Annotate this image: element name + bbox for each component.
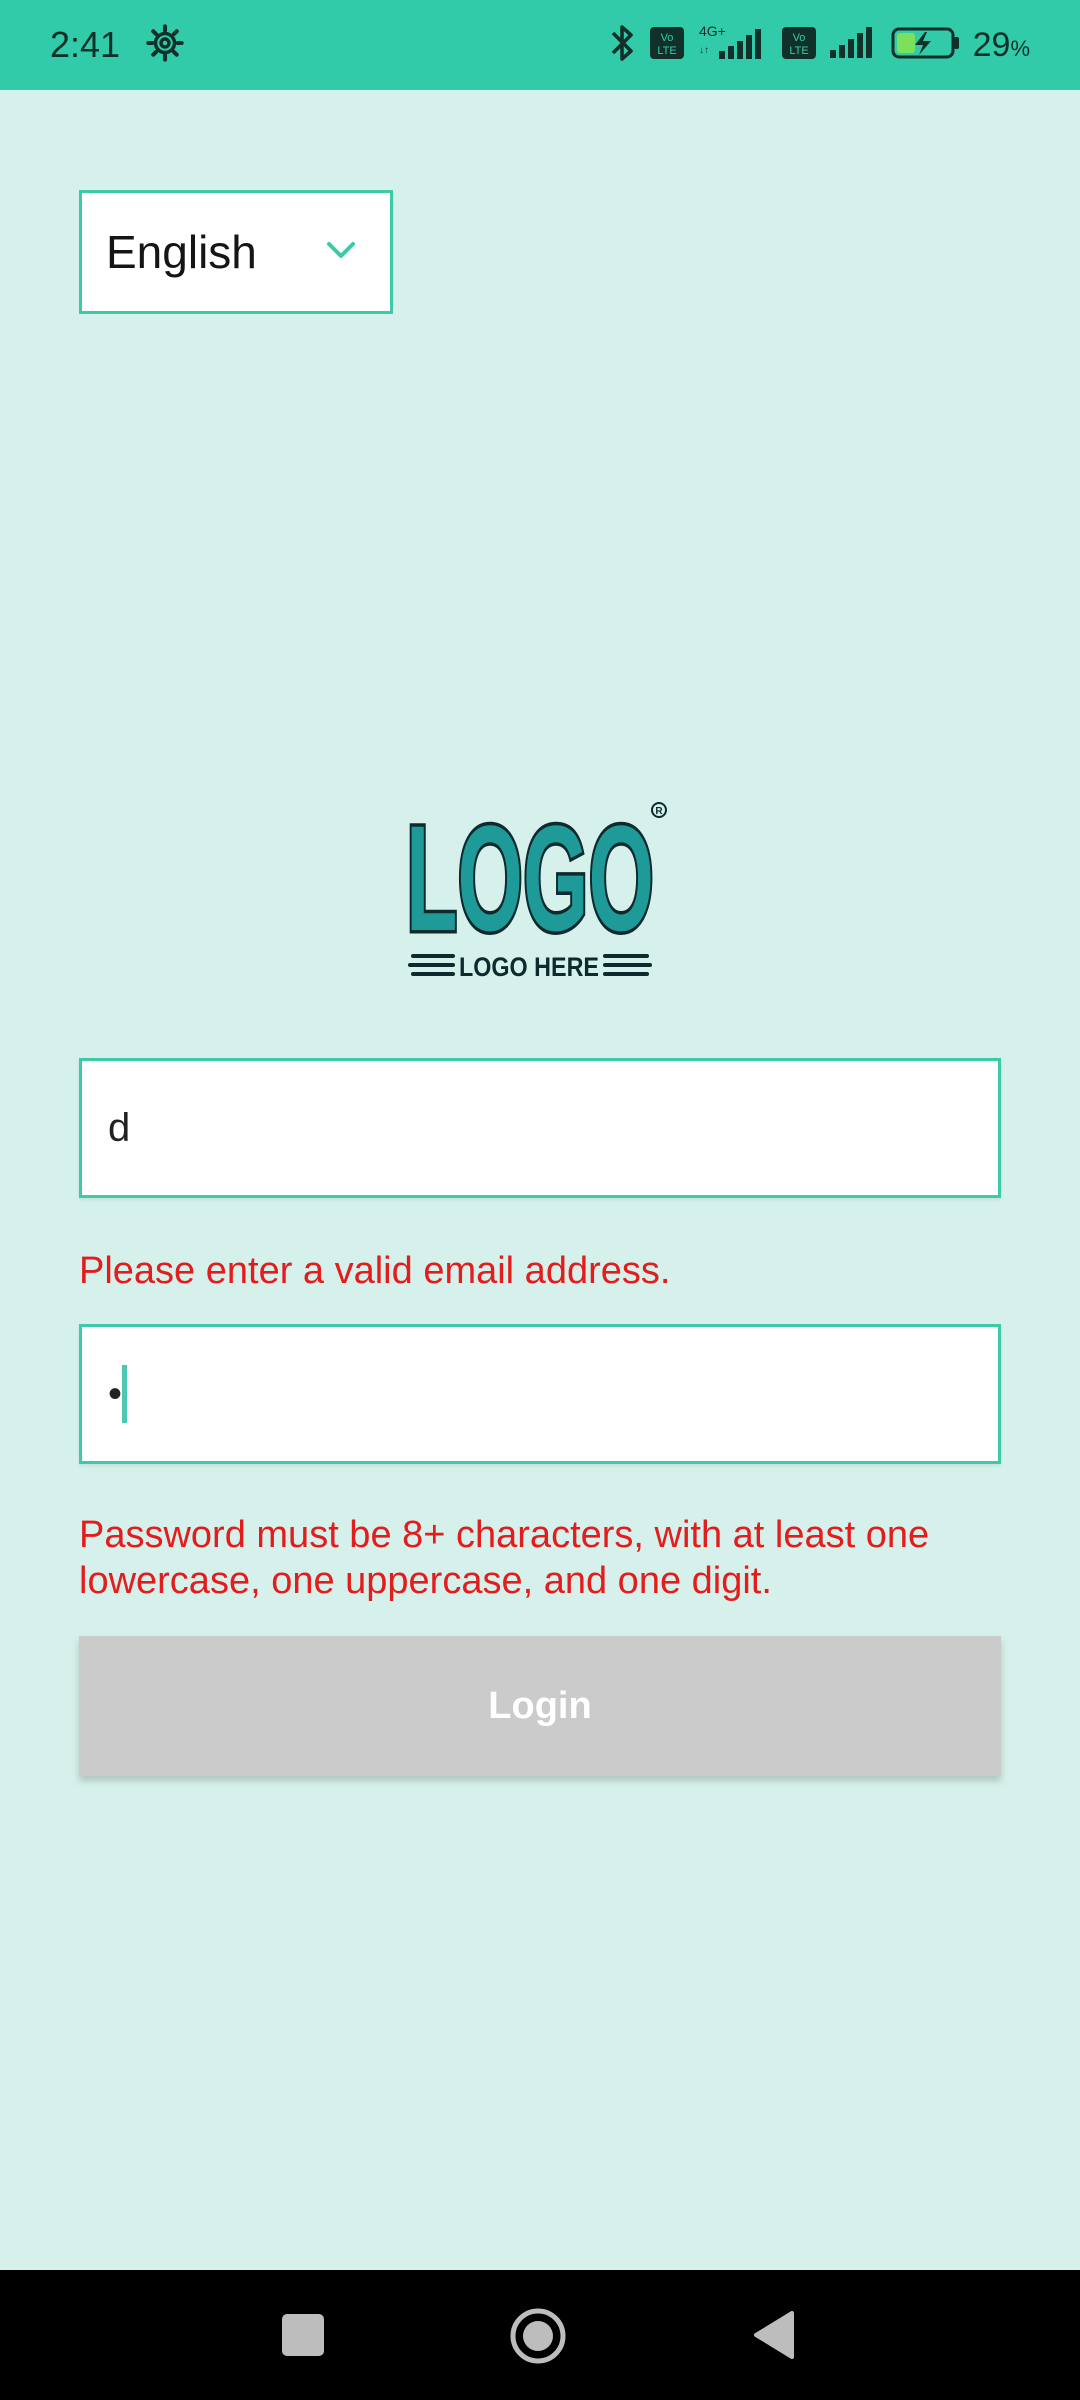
password-input[interactable]: [108, 1371, 998, 1417]
chevron-down-icon: [326, 240, 356, 265]
status-right: Vo LTE 4G+ ↓↑ Vo LTE 29%: [609, 23, 1030, 68]
status-left: 2:41: [50, 23, 184, 67]
svg-text:R: R: [655, 806, 663, 817]
svg-text:LOGO: LOGO: [406, 800, 654, 962]
login-button[interactable]: Login: [79, 1636, 1001, 1776]
gear-icon: [146, 23, 184, 67]
language-selected-value: English: [106, 226, 257, 278]
language-select[interactable]: English: [79, 190, 393, 314]
text-cursor: [122, 1365, 127, 1423]
svg-text:4G+: 4G+: [699, 23, 726, 39]
back-icon[interactable]: [752, 2310, 796, 2360]
battery-charging-icon: [891, 26, 961, 65]
password-field[interactable]: [79, 1324, 1001, 1464]
navigation-bar: [0, 2270, 1080, 2400]
signal-icon: [829, 26, 879, 65]
password-error-message: Password must be 8+ characters, with at …: [79, 1514, 930, 1602]
signal-icon: 4G+ ↓↑: [697, 23, 769, 68]
battery-percent: 29%: [972, 25, 1030, 64]
svg-text:LTE: LTE: [657, 45, 676, 57]
home-icon[interactable]: [508, 2306, 568, 2366]
email-field[interactable]: [79, 1058, 1001, 1198]
volte-icon: Vo LTE: [649, 26, 685, 65]
svg-text:Vo: Vo: [792, 32, 805, 44]
svg-text:↓↑: ↓↑: [699, 45, 709, 56]
status-bar: 2:41 Vo LTE 4G+ ↓↑ Vo LTE 29%: [0, 0, 1080, 90]
svg-text:LOGO HERE: LOGO HERE: [459, 952, 599, 982]
svg-text:LTE: LTE: [789, 45, 808, 57]
status-time: 2:41: [50, 24, 121, 65]
bluetooth-icon: [609, 23, 637, 68]
logo: LOGO R LOGO HERE: [403, 791, 675, 985]
volte-icon: Vo LTE: [781, 26, 817, 65]
email-input[interactable]: [108, 1105, 998, 1151]
email-error-message: Please enter a valid email address.: [79, 1250, 671, 1292]
svg-text:Vo: Vo: [660, 32, 673, 44]
recent-apps-icon[interactable]: [282, 2314, 324, 2356]
